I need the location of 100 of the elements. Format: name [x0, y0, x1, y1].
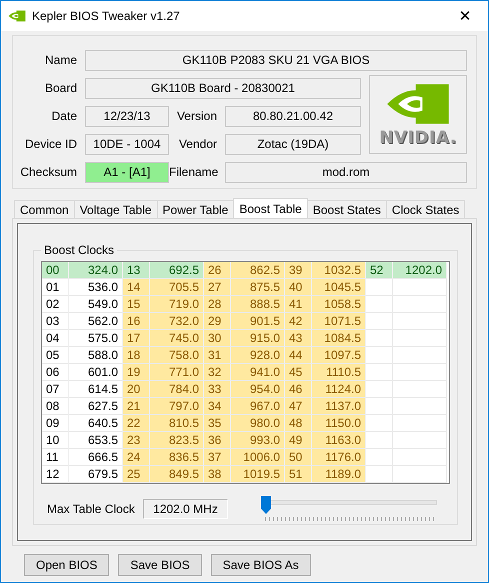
table-cell: 38: [204, 466, 231, 483]
table-cell: 11: [42, 449, 69, 466]
table-cell: 01: [42, 279, 69, 296]
table-cell: 16: [123, 313, 150, 330]
field-label: Date: [50, 109, 78, 123]
table-cell: 614.5: [69, 381, 123, 398]
table-cell: 14: [123, 279, 150, 296]
text-field[interactable]: 10DE - 1004: [85, 134, 169, 154]
table-cell: 941.0: [231, 364, 285, 381]
table-cell: 15: [123, 296, 150, 313]
text-field[interactable]: GK110B P2083 SKU 21 VGA BIOS: [85, 50, 467, 70]
table-cell: 758.0: [150, 347, 204, 364]
table-cell: 1019.5: [231, 466, 285, 483]
table-cell: 601.0: [69, 364, 123, 381]
table-cell: 771.0: [150, 364, 204, 381]
table-cell: 29: [204, 313, 231, 330]
field-label: Device ID: [24, 137, 78, 151]
table-cell: 45: [285, 364, 312, 381]
table-cell: 13: [123, 262, 150, 279]
table-cell: 00: [42, 262, 69, 279]
table-cell: 07: [42, 381, 69, 398]
table-cell: 28: [204, 296, 231, 313]
table-cell: 562.0: [69, 313, 123, 330]
table-cell: 34: [204, 398, 231, 415]
table-cell: 640.5: [69, 415, 123, 432]
slider-thumb[interactable]: [261, 496, 271, 514]
text-field[interactable]: GK110B Board - 20830021: [85, 78, 361, 98]
field-label: Max Table Clock: [47, 502, 136, 516]
table-cell: 03: [42, 313, 69, 330]
field-label: Vendor: [178, 137, 218, 151]
empty-cell: [393, 279, 447, 296]
field-label: Name: [44, 53, 78, 67]
table-cell: 575.0: [69, 330, 123, 347]
group-title: Boost Clocks: [43, 243, 116, 257]
table-cell: 627.5: [69, 398, 123, 415]
tab[interactable]: Common: [14, 200, 75, 218]
table-cell: 18: [123, 347, 150, 364]
text-field[interactable]: A1 - [A1]: [85, 162, 169, 182]
empty-cell: [393, 466, 447, 483]
text-field[interactable]: 12/23/13: [85, 106, 169, 126]
table-cell: 31: [204, 347, 231, 364]
table-cell: 35: [204, 415, 231, 432]
table-cell: 33: [204, 381, 231, 398]
table-cell: 26: [204, 262, 231, 279]
table-cell: 48: [285, 415, 312, 432]
table-cell: 1163.0: [312, 432, 366, 449]
table-cell: 1189.0: [312, 466, 366, 483]
table-cell: 928.0: [231, 347, 285, 364]
logo-text: NVIDIA.: [379, 128, 457, 148]
table-cell: 666.5: [69, 449, 123, 466]
table-cell: 08: [42, 398, 69, 415]
table-cell: 1084.5: [312, 330, 366, 347]
action-button[interactable]: Save BIOS: [118, 554, 202, 576]
window-title: Kepler BIOS Tweaker v1.27: [32, 9, 181, 23]
table-cell: 1137.0: [312, 398, 366, 415]
table-cell: 50: [285, 449, 312, 466]
table-cell: 37: [204, 449, 231, 466]
field-label: Board: [44, 81, 78, 95]
table-cell: 967.0: [231, 398, 285, 415]
text-field[interactable]: Zotac (19DA): [225, 134, 361, 154]
app-icon: [8, 10, 26, 22]
table-cell: 06: [42, 364, 69, 381]
table-cell: 05: [42, 347, 69, 364]
table-cell: 1097.5: [312, 347, 366, 364]
table-cell: 679.5: [69, 466, 123, 483]
table-cell: 324.0: [69, 262, 123, 279]
table-cell: 862.5: [231, 262, 285, 279]
text-field[interactable]: 1202.0 MHz: [143, 499, 228, 519]
table-cell: 44: [285, 347, 312, 364]
table-cell: 745.0: [150, 330, 204, 347]
table-cell: 24: [123, 449, 150, 466]
table-cell: 823.5: [150, 432, 204, 449]
tab[interactable]: Voltage Table: [74, 200, 158, 218]
table-cell: 810.5: [150, 415, 204, 432]
table-cell: 1202.0: [393, 262, 447, 279]
table-cell: 653.5: [69, 432, 123, 449]
text-field[interactable]: 80.80.21.00.42: [225, 106, 361, 126]
action-button[interactable]: Save BIOS As: [210, 554, 311, 576]
text-field[interactable]: mod.rom: [225, 162, 467, 182]
table-cell: 1058.5: [312, 296, 366, 313]
field-label: Version: [176, 109, 218, 123]
table-cell: 04: [42, 330, 69, 347]
tab[interactable]: Boost Table: [233, 198, 308, 218]
table-cell: 797.0: [150, 398, 204, 415]
table-cell: 47: [285, 398, 312, 415]
table-cell: 588.0: [69, 347, 123, 364]
table-cell: 41: [285, 296, 312, 313]
table-cell: 22: [123, 415, 150, 432]
table-cell: 02: [42, 296, 69, 313]
table-cell: 784.0: [150, 381, 204, 398]
tab[interactable]: Clock States: [386, 200, 466, 218]
table-cell: 732.0: [150, 313, 204, 330]
table-cell: 30: [204, 330, 231, 347]
table-cell: 1124.0: [312, 381, 366, 398]
field-label: Checksum: [19, 165, 78, 179]
table-cell: 1071.5: [312, 313, 366, 330]
table-cell: 12: [42, 466, 69, 483]
action-button[interactable]: Open BIOS: [24, 554, 110, 576]
table-cell: 09: [42, 415, 69, 432]
table-cell: 549.0: [69, 296, 123, 313]
